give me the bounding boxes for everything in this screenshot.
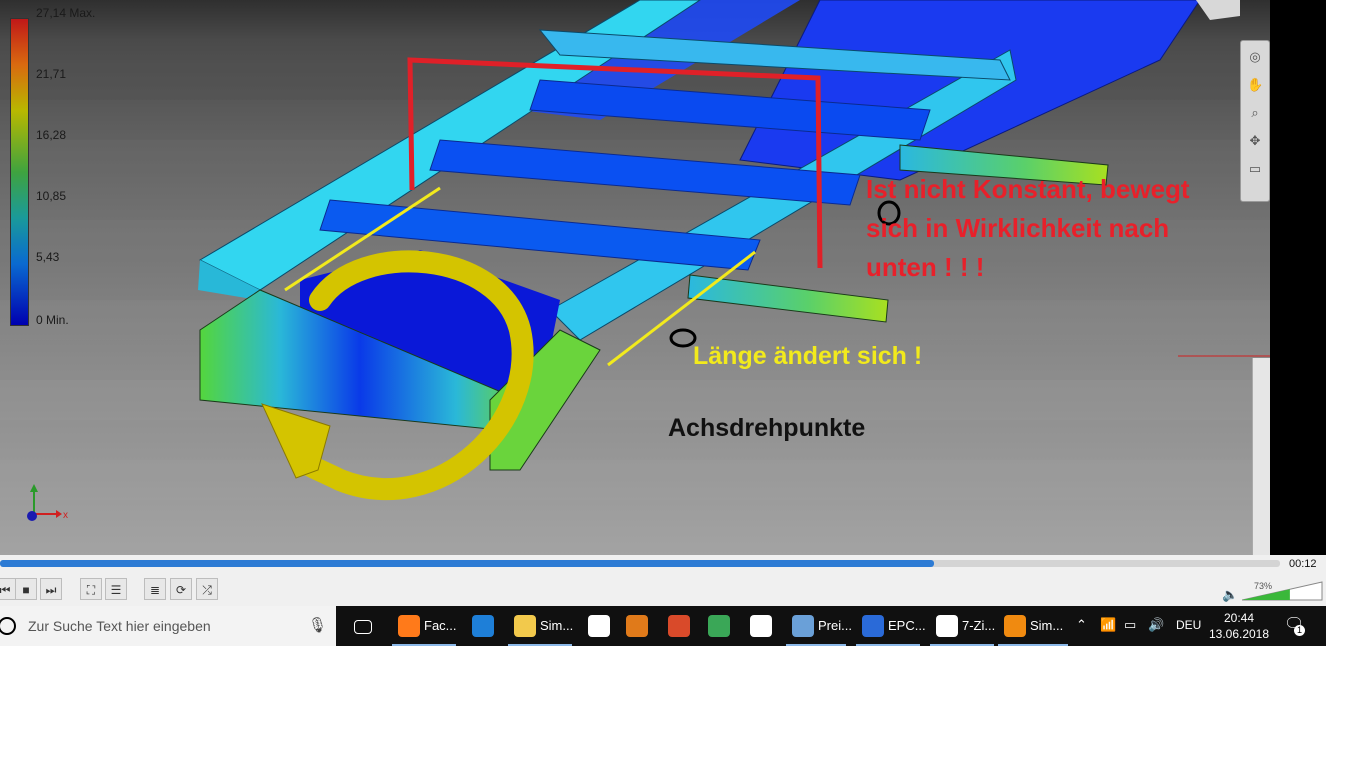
seek-bar-fill xyxy=(0,560,935,567)
legend-max-label: 27,14 Max. xyxy=(36,6,96,20)
running-indicator xyxy=(392,644,456,646)
taskbar-app[interactable] xyxy=(582,606,616,646)
full-navigation-wheel-icon[interactable]: ◎ xyxy=(1247,49,1263,65)
running-indicator xyxy=(930,644,994,646)
taskbar-app-label: Sim... xyxy=(1030,618,1064,633)
taskbar-app[interactable] xyxy=(662,606,696,646)
search-box[interactable]: Zur Suche Text hier eingeben 🎙 xyxy=(0,606,336,646)
legend-label: 5,43 xyxy=(36,250,60,264)
running-indicator xyxy=(856,644,920,646)
annotation-black: Achsdrehpunkte xyxy=(668,414,866,442)
taskbar-app-label: EPC... xyxy=(888,618,926,633)
firefox-icon xyxy=(398,615,420,637)
show-hidden-icons-icon[interactable]: ⌃ xyxy=(1076,617,1087,633)
running-indicator xyxy=(998,644,1068,646)
epc-icon xyxy=(862,615,884,637)
taskbar-app[interactable]: Prei... xyxy=(786,606,852,646)
running-indicator xyxy=(786,644,846,646)
microphone-icon[interactable]: 🎙 xyxy=(308,616,327,634)
cortana-icon xyxy=(0,617,16,635)
task-view-icon xyxy=(354,620,372,634)
vlc-icon xyxy=(1004,615,1026,637)
legend-label: 16,28 xyxy=(36,128,67,142)
side-ruler xyxy=(1252,358,1270,555)
pan-icon[interactable]: ✋ xyxy=(1247,77,1263,93)
photos-icon xyxy=(668,615,690,637)
orbit-icon[interactable]: ✥ xyxy=(1247,133,1263,149)
stress-colorbar xyxy=(10,18,29,326)
navigation-bar[interactable]: ◎ ✋ ⌕ ✥ ▭ xyxy=(1240,40,1270,202)
spreadsheet-icon xyxy=(792,615,814,637)
taskbar-app[interactable] xyxy=(702,606,736,646)
notification-count: 1 xyxy=(1294,625,1305,636)
taskbar-app[interactable]: Fac... xyxy=(392,606,457,646)
shuffle-icon[interactable]: ⤮ xyxy=(196,578,218,600)
search-placeholder: Zur Suche Text hier eingeben xyxy=(28,618,211,634)
annotation-yellow: Länge ändert sich ! xyxy=(693,342,923,370)
loop-icon[interactable]: ⟳ xyxy=(170,578,192,600)
taskbar-app-label: 7-Zi... xyxy=(962,618,996,633)
taskbar-app[interactable]: Sim... xyxy=(998,606,1068,646)
volume-icon[interactable]: 🔈 xyxy=(1222,587,1238,603)
volume-slider[interactable] xyxy=(1242,580,1324,602)
clock-date: 13.06.2018 xyxy=(1208,627,1270,641)
fullscreen-icon[interactable]: ⛶ xyxy=(80,578,102,600)
taskbar-app-label: Fac... xyxy=(424,618,457,633)
annotation-red-line: unten ! ! ! xyxy=(866,252,985,282)
speaker-icon[interactable]: 🔊 xyxy=(1148,617,1164,633)
stop-icon[interactable]: ■ xyxy=(15,578,37,600)
taskbar-app[interactable] xyxy=(466,606,500,646)
taskbar-app[interactable] xyxy=(620,606,654,646)
battery-icon[interactable]: ▭ xyxy=(1124,617,1136,633)
next-icon[interactable]: ⏭ xyxy=(40,578,62,600)
annotation-red-line: Ist nicht Konstant, bewegt xyxy=(866,174,1190,204)
taskbar-app-label: Prei... xyxy=(818,618,852,633)
annotation-red-line: sich in Wirklichkeit nach xyxy=(866,213,1170,243)
legend-min-label: 0 Min. xyxy=(36,313,69,327)
taskbar-clock[interactable]: 20:44 13.06.2018 xyxy=(1208,610,1270,642)
axis-triad-icon: x xyxy=(27,484,68,521)
player-controls: 00:12 ⏮ ■ ⏭ ⛶ ☰ ≣ ⟳ ⤮ 🔈 73% xyxy=(0,555,1326,606)
extended-settings-icon[interactable]: ☰ xyxy=(105,578,127,600)
running-indicator xyxy=(508,644,572,646)
taskbar-app[interactable]: EPC... xyxy=(856,606,926,646)
previous-icon[interactable]: ⏮ xyxy=(0,578,16,600)
clock-time: 20:44 xyxy=(1223,611,1255,625)
folder-icon xyxy=(514,615,536,637)
edge-icon xyxy=(472,615,494,637)
letterbox-bar xyxy=(1270,0,1326,555)
network-icon[interactable]: 📶 xyxy=(1100,617,1116,633)
cad-viewport[interactable]: 27,14 Max. 21,71 16,28 10,85 5,43 0 Min.… xyxy=(0,0,1270,555)
language-indicator[interactable]: DEU xyxy=(1176,618,1201,632)
task-view-button[interactable] xyxy=(346,606,380,646)
taskbar-app[interactable]: Sim... xyxy=(508,606,574,646)
seven-zip-icon xyxy=(936,615,958,637)
playlist-icon[interactable]: ≣ xyxy=(144,578,166,600)
legend-label: 10,85 xyxy=(36,189,67,203)
axis-x-label: x xyxy=(63,510,68,521)
seek-bar[interactable] xyxy=(0,560,1280,567)
elapsed-time: 00:12 xyxy=(1289,558,1317,570)
action-center-button[interactable]: 🗨 1 xyxy=(1284,614,1308,638)
chrome-icon xyxy=(708,615,730,637)
taskbar-app[interactable]: 7-Zi... xyxy=(930,606,996,646)
media-player-icon xyxy=(626,615,648,637)
windows-taskbar: Zur Suche Text hier eingeben 🎙 Fac... Sim… xyxy=(0,606,1326,646)
store-icon xyxy=(588,615,610,637)
taskbar-app-label: Sim... xyxy=(540,618,574,633)
zoom-icon[interactable]: ⌕ xyxy=(1247,105,1263,121)
mail-icon xyxy=(750,615,772,637)
look-at-icon[interactable]: ▭ xyxy=(1247,161,1263,177)
annotation-red: Ist nicht Konstant, bewegt sich in Wirkl… xyxy=(866,170,1190,287)
taskbar-app[interactable] xyxy=(744,606,778,646)
legend-label: 21,71 xyxy=(36,67,67,81)
